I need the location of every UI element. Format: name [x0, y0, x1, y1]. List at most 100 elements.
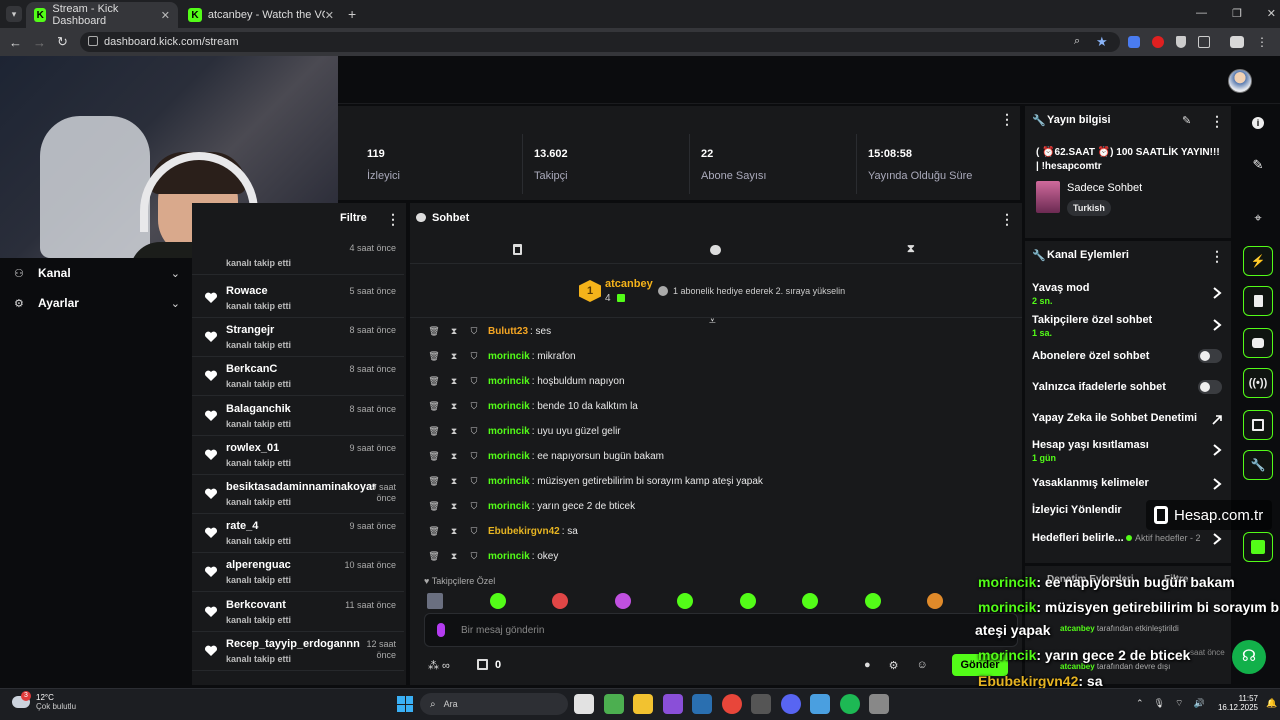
- follower-row[interactable]: rowlex_01 kanalı takip etti 9 saat önce: [192, 436, 404, 475]
- follower-row[interactable]: Balaganchik kanalı takip etti 8 saat önce: [192, 397, 404, 436]
- nav-item-ayarlar[interactable]: ⚙ Ayarlar ⌄: [14, 294, 180, 312]
- chevron-right-icon[interactable]: [1212, 533, 1222, 545]
- points-icon[interactable]: ⁂ ∞: [428, 659, 450, 672]
- folder-icon[interactable]: [633, 694, 653, 714]
- document-icon[interactable]: [1243, 286, 1273, 316]
- broadcast-icon[interactable]: ((•)): [1243, 368, 1273, 398]
- delete-message-icon[interactable]: 🗑: [428, 426, 440, 437]
- follower-row[interactable]: Berkcovant kanalı takip etti 11 saat önce: [192, 593, 404, 632]
- channel-action-item[interactable]: Yapay Zeka ile Sohbet Denetimi: [1032, 412, 1224, 425]
- timeout-icon[interactable]: ⧗: [448, 401, 460, 412]
- follower-row[interactable]: alperenguac kanalı takip etti 10 saat önce: [192, 553, 404, 593]
- calculator-icon[interactable]: [869, 694, 889, 714]
- minimize-icon[interactable]: —: [1196, 7, 1207, 20]
- store-icon[interactable]: [477, 659, 488, 670]
- chevron-right-icon[interactable]: [1212, 319, 1222, 331]
- maximize-icon[interactable]: ❐: [1232, 7, 1242, 20]
- store-icon[interactable]: [1243, 410, 1273, 440]
- delete-message-icon[interactable]: 🗑: [428, 551, 440, 562]
- minecraft-icon[interactable]: [603, 694, 624, 714]
- timeout-icon[interactable]: ⧗: [448, 476, 460, 487]
- tab-kick-vod[interactable]: K atcanbey - Watch the VOD on K ✕: [180, 2, 342, 28]
- emote-icon[interactable]: [552, 593, 568, 609]
- timeout-icon[interactable]: ⧗: [448, 351, 460, 362]
- chat-input[interactable]: Bir mesaj gönderin: [424, 613, 1018, 647]
- delete-message-icon[interactable]: 🗑: [428, 351, 440, 362]
- bookmark-star-icon[interactable]: ★: [1096, 34, 1108, 50]
- shield-icon[interactable]: [1176, 36, 1186, 48]
- menu-icon[interactable]: ⋮: [1256, 36, 1268, 48]
- follower-name[interactable]: besiktasadaminnaminakoyar: [226, 481, 376, 493]
- stream-info-menu-icon[interactable]: ⋮: [1210, 114, 1224, 128]
- chevron-down-icon[interactable]: ⌄: [171, 297, 180, 310]
- delete-message-icon[interactable]: 🗑: [428, 326, 440, 337]
- lightning-icon[interactable]: ⚡: [1243, 246, 1273, 276]
- obs-icon[interactable]: [751, 694, 771, 714]
- toggle-switch[interactable]: [1198, 349, 1222, 363]
- trash-icon[interactable]: [513, 244, 522, 255]
- profile-icon[interactable]: [1230, 36, 1244, 48]
- chat-username[interactable]: morincik: [488, 401, 530, 412]
- chat-username[interactable]: morincik: [488, 451, 530, 462]
- address-bar[interactable]: dashboard.kick.com/stream: [80, 32, 1120, 52]
- channel-action-item[interactable]: Abonelere özel sohbet: [1032, 349, 1224, 363]
- emote-icon[interactable]: [489, 593, 506, 609]
- tab-search-button[interactable]: ▾: [6, 6, 22, 22]
- chat-menu-icon[interactable]: ⋮: [1000, 212, 1014, 226]
- info-icon[interactable]: i: [1243, 108, 1273, 138]
- delete-message-icon[interactable]: 🗑: [428, 401, 440, 412]
- window-controls[interactable]: — ❐ ✕: [1196, 7, 1276, 20]
- emote-icon[interactable]: [739, 593, 756, 609]
- followers-filter-label[interactable]: Filtre: [340, 212, 367, 224]
- chevron-down-icon[interactable]: ⌄: [171, 267, 180, 280]
- pencil-icon[interactable]: ✎: [1182, 114, 1191, 127]
- timeout-icon[interactable]: ⧗: [448, 451, 460, 462]
- timeout-icon[interactable]: ⧗: [448, 501, 460, 512]
- discord-icon[interactable]: [780, 694, 801, 714]
- visual-studio-icon[interactable]: [662, 694, 683, 714]
- top-supporter-name[interactable]: atcanbey: [605, 278, 653, 290]
- emote-icon[interactable]: [864, 593, 881, 609]
- channel-action-item[interactable]: Yalnızca ifadelerle sohbet: [1032, 380, 1224, 394]
- chat-username[interactable]: morincik: [488, 476, 530, 487]
- stats-menu-icon[interactable]: ⋮: [1000, 112, 1014, 126]
- zoom-icon[interactable]: ⌕: [1074, 35, 1080, 48]
- channel-action-item[interactable]: Yasaklanmış kelimeler: [1032, 477, 1224, 490]
- delete-message-icon[interactable]: 🗑: [428, 451, 440, 462]
- chat-username[interactable]: Bulutt23: [488, 326, 528, 337]
- channel-actions-menu-icon[interactable]: ⋮: [1210, 249, 1224, 263]
- delete-message-icon[interactable]: 🗑: [428, 501, 440, 512]
- follower-row[interactable]: Recep_tayyip_erdogannn kanalı takip etti 1…: [192, 632, 404, 671]
- chat-bubble-icon[interactable]: [1243, 328, 1273, 358]
- channel-action-item[interactable]: Yavaş mod 2 sn.: [1032, 282, 1224, 306]
- follower-name[interactable]: Strangejr: [226, 324, 274, 336]
- clock[interactable]: 11:57 16.12.2025: [1214, 694, 1258, 712]
- reload-icon[interactable]: ↻: [57, 34, 68, 50]
- chat-username[interactable]: Ebubekirgvn42: [488, 526, 560, 537]
- nav-item-kanal[interactable]: ⚇ Kanal ⌄: [14, 264, 180, 282]
- notifications-icon[interactable]: 🔔: [1266, 698, 1277, 709]
- emote-icon[interactable]: [427, 593, 443, 609]
- timeout-icon[interactable]: ⧗: [448, 376, 460, 387]
- follower-row[interactable]: Rowace kanalı takip etti 5 saat önce: [192, 279, 404, 318]
- close-icon[interactable]: ✕: [325, 9, 334, 22]
- volume-icon[interactable]: 🔊: [1193, 698, 1204, 709]
- chat-username[interactable]: morincik: [488, 551, 530, 562]
- chat-username[interactable]: morincik: [488, 351, 530, 362]
- emote-icon[interactable]: [927, 593, 943, 609]
- wifi-icon[interactable]: ⌔: [1175, 698, 1183, 709]
- close-window-icon[interactable]: ✕: [1267, 7, 1276, 20]
- avatar[interactable]: [1228, 69, 1252, 93]
- follower-row[interactable]: kanalı takip etti 4 saat önce: [192, 236, 404, 275]
- channel-action-item[interactable]: Takipçilere özel sohbet 1 sa.: [1032, 314, 1224, 338]
- file-explorer-icon[interactable]: [574, 694, 594, 714]
- support-button[interactable]: ☊: [1232, 640, 1266, 674]
- timeout-icon[interactable]: ⧗: [448, 426, 460, 437]
- chat-bubble-icon[interactable]: [710, 245, 721, 255]
- steam-icon[interactable]: [692, 694, 712, 714]
- chevron-right-icon[interactable]: [1212, 444, 1222, 456]
- follower-name[interactable]: Balaganchik: [226, 403, 291, 415]
- timeout-icon[interactable]: ⧗: [448, 551, 460, 562]
- app-icon[interactable]: [810, 694, 830, 714]
- tab-kick-dashboard[interactable]: K Stream - Kick Dashboard ✕: [26, 2, 178, 28]
